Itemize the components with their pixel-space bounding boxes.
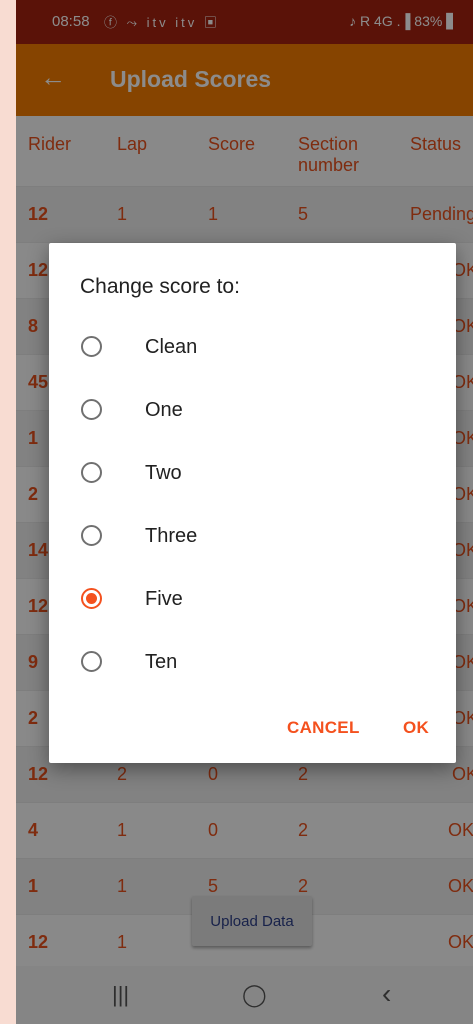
option-five[interactable]: Five [81,581,421,621]
option-three[interactable]: Three [81,518,421,558]
radio-unchecked-icon[interactable] [81,399,102,420]
option-ten[interactable]: Ten [81,644,421,684]
option-label: Three [145,525,198,547]
option-label: Five [145,588,183,610]
dialog-title: Change score to: [80,275,240,298]
radio-checked-icon[interactable] [81,588,102,609]
option-label: Two [145,462,182,484]
option-one[interactable]: One [81,392,421,432]
change-score-dialog: Change score to: Clean One Two Three Fiv… [49,243,456,763]
radio-unchecked-icon[interactable] [81,462,102,483]
option-label: Ten [145,651,178,673]
ok-button[interactable]: OK [403,718,429,738]
nav-scrim [16,966,473,1024]
phone-screen: 08:58 ⓕ ⤳ itv itv ▣ ♪ R 4G .▐ 83% ▋ ← Up… [16,0,473,1024]
radio-unchecked-icon[interactable] [81,336,102,357]
option-clean[interactable]: Clean [81,329,421,369]
option-label: Clean [145,336,198,358]
radio-unchecked-icon[interactable] [81,651,102,672]
option-label: One [145,399,183,421]
radio-unchecked-icon[interactable] [81,525,102,546]
option-two[interactable]: Two [81,455,421,495]
cancel-button[interactable]: CANCEL [287,718,360,738]
